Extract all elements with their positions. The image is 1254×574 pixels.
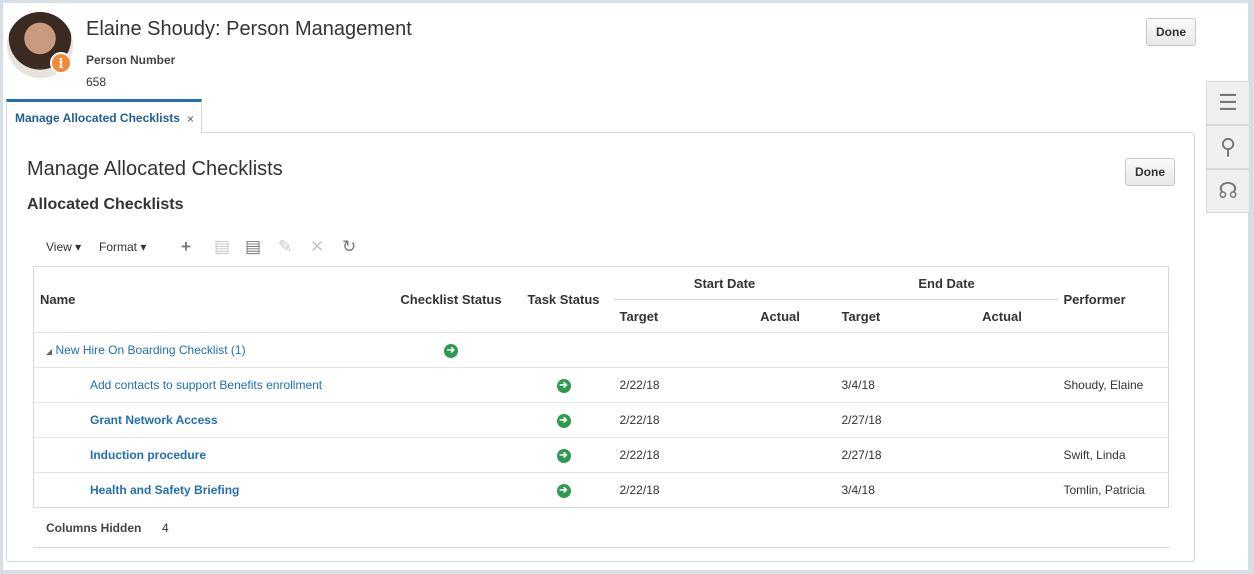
task-link[interactable]: Induction procedure xyxy=(90,448,206,462)
collapse-icon[interactable]: ◢ xyxy=(46,347,52,356)
group-row[interactable]: ◢ New Hire On Boarding Checklist (1) ➔ xyxy=(33,332,1169,368)
add-row-icon[interactable]: ▤ xyxy=(245,237,261,257)
performer: Swift, Linda xyxy=(1057,437,1169,473)
end-target: 2/27/18 xyxy=(835,402,947,438)
task-link[interactable]: Grant Network Access xyxy=(90,413,218,427)
status-arrow-icon: ➔ xyxy=(444,344,458,358)
done-button-header[interactable]: Done xyxy=(1146,18,1196,46)
col-start-actual[interactable]: Actual xyxy=(725,300,836,333)
headset-icon[interactable]: ☊ xyxy=(1206,169,1250,213)
end-target: 3/4/18 xyxy=(835,472,947,508)
start-target: 2/22/18 xyxy=(613,472,725,508)
col-end-target[interactable]: Target xyxy=(836,300,947,333)
end-target: 2/27/18 xyxy=(835,437,947,473)
table-row[interactable]: Health and Safety Briefing ➔ 2/22/18 3/4/18… xyxy=(33,472,1169,508)
view-menu[interactable]: View ▾ xyxy=(46,240,81,254)
task-link[interactable]: Add contacts to support Benefits enrollm… xyxy=(90,378,322,392)
col-task-status[interactable]: Task Status xyxy=(514,267,614,333)
columns-hidden-count[interactable]: 4 xyxy=(162,521,169,535)
col-start-date: Start Date xyxy=(613,266,836,300)
col-end-actual[interactable]: Actual xyxy=(947,300,1058,333)
start-target: 2/22/18 xyxy=(613,367,725,403)
col-start-target[interactable]: Target xyxy=(614,300,725,333)
columns-hidden-label: Columns Hidden xyxy=(46,521,142,535)
edit-icon[interactable]: ✎ xyxy=(278,237,292,257)
start-target: 2/22/18 xyxy=(613,437,725,473)
col-performer[interactable]: Performer xyxy=(1058,267,1169,333)
status-arrow-icon: ➔ xyxy=(556,484,571,498)
tasks-icon[interactable]: ☰ xyxy=(1206,81,1250,125)
status-arrow-icon: ➔ xyxy=(556,414,571,428)
tab-manage-allocated-checklists[interactable]: Manage Allocated Checklists × xyxy=(6,99,202,133)
checklists-table: Name Checklist Status Task Status Start Dat… xyxy=(33,266,1169,508)
status-arrow-icon: ➔ xyxy=(556,449,571,463)
divider xyxy=(33,547,1169,548)
end-target: 3/4/18 xyxy=(835,367,947,403)
section-subtitle: Allocated Checklists xyxy=(27,196,184,213)
group-name[interactable]: New Hire On Boarding Checklist (1) xyxy=(56,343,246,357)
section-title: Manage Allocated Checklists xyxy=(27,158,283,180)
duplicate-icon[interactable]: ▤ xyxy=(214,237,230,257)
search-icon[interactable]: ⚲ xyxy=(1206,125,1250,169)
col-name[interactable]: Name xyxy=(34,267,389,333)
add-icon[interactable]: + xyxy=(181,237,191,257)
tab-label: Manage Allocated Checklists xyxy=(15,111,180,125)
status-arrow-icon: ➔ xyxy=(556,379,571,393)
table-row[interactable]: Induction procedure ➔ 2/22/18 2/27/18 Swift,… xyxy=(33,437,1169,473)
col-end-date: End Date xyxy=(835,266,1058,300)
delete-icon[interactable]: ✕ xyxy=(310,237,324,257)
done-button[interactable]: Done xyxy=(1125,158,1175,186)
info-icon[interactable]: i xyxy=(50,52,72,74)
table-row[interactable]: Grant Network Access ➔ 2/22/18 2/27/18 xyxy=(33,402,1169,438)
page-title: Elaine Shoudy: Person Management xyxy=(86,18,412,40)
performer: Shoudy, Elaine xyxy=(1057,367,1169,403)
table-row[interactable]: Add contacts to support Benefits enrollm… xyxy=(33,367,1169,403)
performer: Tomlin, Patricia xyxy=(1057,472,1169,508)
close-icon[interactable]: × xyxy=(187,112,194,126)
col-checklist-status[interactable]: Checklist Status xyxy=(389,267,514,333)
performer xyxy=(1057,402,1169,438)
task-link[interactable]: Health and Safety Briefing xyxy=(90,483,239,497)
person-number: 658 xyxy=(86,75,107,89)
start-target: 2/22/18 xyxy=(613,402,725,438)
person-number-label: Person Number xyxy=(86,53,176,67)
format-menu[interactable]: Format ▾ xyxy=(99,240,146,254)
refresh-icon[interactable]: ↻ xyxy=(342,237,356,257)
